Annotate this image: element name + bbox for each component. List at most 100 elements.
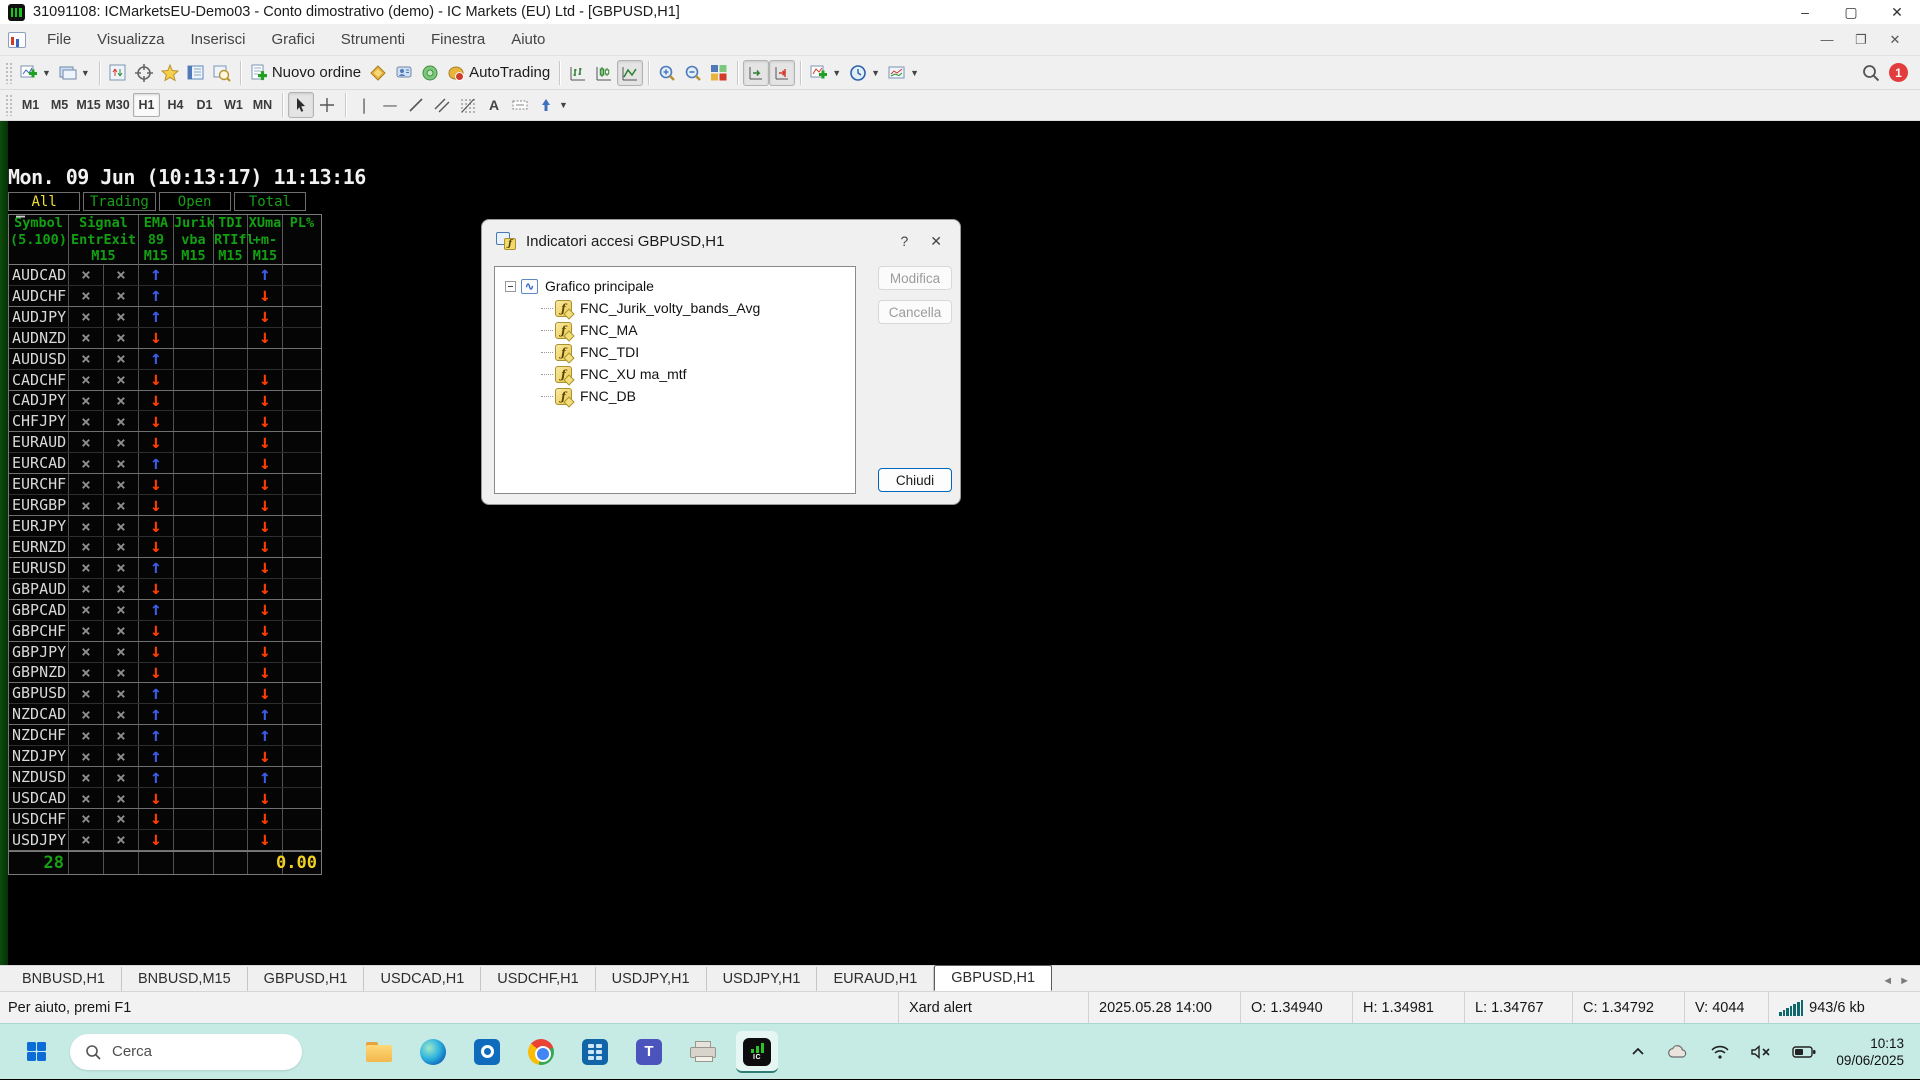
entry-close-icon[interactable]: ×: [69, 265, 104, 285]
exit-close-icon[interactable]: ×: [104, 557, 139, 578]
cancella-button[interactable]: Cancella: [878, 300, 952, 324]
auto-scroll-button[interactable]: [743, 59, 770, 86]
entry-close-icon[interactable]: ×: [69, 327, 104, 348]
exit-close-icon[interactable]: ×: [104, 327, 139, 348]
crosshair-tool-button[interactable]: [314, 92, 340, 118]
file-explorer-icon[interactable]: [358, 1031, 400, 1073]
exit-close-icon[interactable]: ×: [104, 265, 139, 285]
indicators-tree[interactable]: ∿ Grafico principale ƒ FNC_Jurik_volty_ba…: [494, 266, 856, 494]
child-restore-button[interactable]: ❐: [1846, 32, 1876, 48]
volume-muted-icon[interactable]: [1750, 1044, 1772, 1060]
entry-close-icon[interactable]: ×: [69, 578, 104, 599]
dialog-close-button[interactable]: ✕: [930, 233, 942, 250]
vertical-line-tool[interactable]: |: [351, 92, 377, 118]
exit-close-icon[interactable]: ×: [104, 411, 139, 432]
entry-close-icon[interactable]: ×: [69, 788, 104, 808]
entry-close-icon[interactable]: ×: [69, 536, 104, 557]
edge-icon[interactable]: [412, 1031, 454, 1073]
entry-close-icon[interactable]: ×: [69, 599, 104, 620]
menu-item-aiuto[interactable]: Aiuto: [498, 24, 558, 56]
chart-tab[interactable]: GBPUSD,H1: [934, 965, 1053, 991]
data-window-button[interactable]: [131, 60, 157, 86]
exit-close-icon[interactable]: ×: [104, 829, 139, 850]
indicator-item[interactable]: ƒ FNC_Jurik_volty_bands_Avg: [501, 297, 849, 319]
metatrader-taskbar-icon[interactable]: IC: [736, 1030, 778, 1073]
entry-close-icon[interactable]: ×: [69, 767, 104, 788]
tree-root-item[interactable]: ∿ Grafico principale: [501, 275, 849, 297]
toolbar-grip[interactable]: [5, 61, 13, 84]
metaeditor-button[interactable]: [365, 60, 391, 86]
menu-item-inserisci[interactable]: Inserisci: [177, 24, 258, 56]
periods-button[interactable]: ▼: [845, 60, 884, 86]
chart-tab[interactable]: USDJPY,H1: [596, 967, 707, 991]
timeframe-m5[interactable]: M5: [46, 93, 73, 117]
exit-close-icon[interactable]: ×: [104, 746, 139, 767]
autotrading-button[interactable]: AutoTrading: [443, 60, 554, 86]
toolbar-grip[interactable]: [5, 94, 13, 116]
tray-chevron-icon[interactable]: [1630, 1044, 1646, 1060]
exit-close-icon[interactable]: ×: [104, 620, 139, 641]
navigator-button[interactable]: [157, 60, 183, 86]
entry-close-icon[interactable]: ×: [69, 516, 104, 536]
horizontal-line-tool[interactable]: —: [377, 92, 403, 118]
chart-tab[interactable]: BNBUSD,H1: [6, 967, 122, 991]
chart-tab[interactable]: BNBUSD,M15: [122, 967, 248, 991]
chart-tab[interactable]: GBPUSD,H1: [248, 967, 365, 991]
profiles-button[interactable]: ▼: [55, 60, 94, 86]
exit-close-icon[interactable]: ×: [104, 474, 139, 495]
timeframe-m1[interactable]: M1: [17, 93, 44, 117]
terminal-button[interactable]: [183, 60, 209, 86]
text-tool[interactable]: A: [481, 92, 507, 118]
chart-area[interactable]: Mon. 09 Jun (10:13:17) 11:13:16 All Tradi…: [0, 121, 1920, 965]
indicator-item[interactable]: ƒ FNC_TDI: [501, 341, 849, 363]
timeframe-m15[interactable]: M15: [75, 93, 102, 117]
exit-close-icon[interactable]: ×: [104, 390, 139, 411]
chart-tab[interactable]: EURAUD,H1: [817, 967, 935, 991]
signals-button[interactable]: [417, 60, 443, 86]
exit-close-icon[interactable]: ×: [104, 285, 139, 306]
child-minimize-button[interactable]: —: [1812, 32, 1842, 48]
cursor-tool-button[interactable]: [288, 92, 314, 118]
exit-close-icon[interactable]: ×: [104, 725, 139, 746]
entry-close-icon[interactable]: ×: [69, 348, 104, 369]
wifi-icon[interactable]: [1710, 1044, 1730, 1060]
exit-close-icon[interactable]: ×: [104, 704, 139, 725]
chrome-icon[interactable]: [520, 1031, 562, 1073]
entry-close-icon[interactable]: ×: [69, 746, 104, 767]
outlook-icon[interactable]: [466, 1031, 508, 1073]
modifica-button[interactable]: Modifica: [878, 266, 952, 290]
exit-close-icon[interactable]: ×: [104, 599, 139, 620]
timeframe-w1[interactable]: W1: [220, 93, 247, 117]
entry-close-icon[interactable]: ×: [69, 432, 104, 453]
bar-chart-button[interactable]: [565, 60, 591, 86]
onedrive-cloud-icon[interactable]: [1666, 1044, 1690, 1060]
entry-close-icon[interactable]: ×: [69, 474, 104, 495]
new-order-button[interactable]: Nuovo ordine: [246, 60, 365, 86]
market-watch-button[interactable]: [105, 60, 131, 86]
exit-close-icon[interactable]: ×: [104, 767, 139, 788]
calculator-icon[interactable]: [574, 1031, 616, 1073]
zoom-in-button[interactable]: [654, 60, 680, 86]
new-chart-button[interactable]: ▼: [16, 60, 55, 86]
chart-tab[interactable]: USDJPY,H1: [707, 967, 818, 991]
dialog-help-button[interactable]: ?: [900, 233, 908, 250]
exit-close-icon[interactable]: ×: [104, 348, 139, 369]
candlestick-chart-button[interactable]: [591, 60, 617, 86]
taskbar-clock[interactable]: 10:13 09/06/2025: [1836, 1035, 1904, 1069]
entry-close-icon[interactable]: ×: [69, 829, 104, 850]
exit-close-icon[interactable]: ×: [104, 453, 139, 474]
timeframe-d1[interactable]: D1: [191, 93, 218, 117]
exit-close-icon[interactable]: ×: [104, 662, 139, 683]
entry-close-icon[interactable]: ×: [69, 725, 104, 746]
timeframe-h1[interactable]: H1: [133, 93, 160, 117]
entry-close-icon[interactable]: ×: [69, 306, 104, 327]
chart-tab[interactable]: USDCAD,H1: [364, 967, 482, 991]
indicators-button[interactable]: ▼: [806, 60, 845, 86]
entry-close-icon[interactable]: ×: [69, 808, 104, 829]
exit-close-icon[interactable]: ×: [104, 306, 139, 327]
entry-close-icon[interactable]: ×: [69, 453, 104, 474]
entry-close-icon[interactable]: ×: [69, 620, 104, 641]
entry-close-icon[interactable]: ×: [69, 641, 104, 662]
line-chart-button[interactable]: [617, 59, 644, 86]
printer-icon[interactable]: [682, 1031, 724, 1073]
